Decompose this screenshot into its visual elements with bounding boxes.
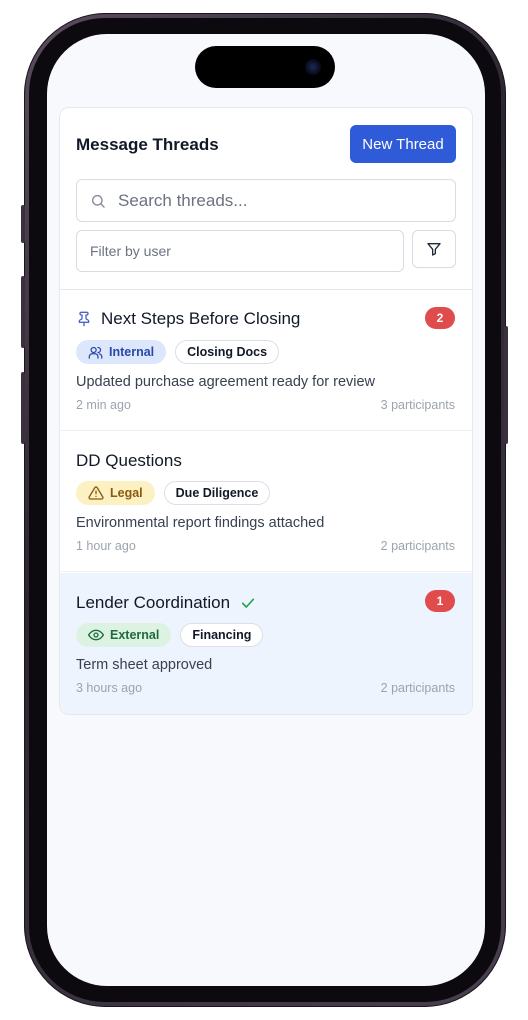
volume-up-button xyxy=(21,276,25,348)
filter-icon xyxy=(427,243,441,256)
warning-icon xyxy=(88,486,104,500)
power-button xyxy=(504,326,508,444)
tag-label: Financing xyxy=(192,628,252,642)
thread-title-row: Next Steps Before Closing xyxy=(76,309,300,329)
tag-closing-docs[interactable]: Closing Docs xyxy=(175,340,280,364)
thread-participants: 2 participants xyxy=(380,681,455,695)
threads-header: Message Threads New Thread Search thread… xyxy=(60,108,472,290)
threads-panel: Message Threads New Thread Search thread… xyxy=(59,107,473,715)
search-input[interactable]: Search threads... xyxy=(76,179,456,222)
thread-time: 2 min ago xyxy=(76,398,131,412)
action-button xyxy=(21,205,25,243)
volume-down-button xyxy=(21,372,25,444)
thread-title-row: DD Questions xyxy=(76,451,182,471)
thread-tags: Internal Closing Docs xyxy=(76,340,280,364)
thread-participants: 2 participants xyxy=(380,539,455,553)
search-icon xyxy=(91,194,105,208)
thread-preview: Environmental report findings attached xyxy=(76,515,325,531)
thread-preview: Updated purchase agreement ready for rev… xyxy=(76,374,376,390)
users-icon xyxy=(88,346,103,359)
eye-icon xyxy=(88,629,104,641)
thread-time: 1 hour ago xyxy=(76,539,136,553)
pin-icon xyxy=(76,311,92,327)
check-icon xyxy=(240,595,256,611)
thread-preview: Term sheet approved xyxy=(76,657,213,673)
tag-due-diligence[interactable]: Due Diligence xyxy=(163,481,271,505)
tag-legal[interactable]: Legal xyxy=(76,481,155,505)
thread-participants: 3 participants xyxy=(380,398,455,412)
search-placeholder: Search threads... xyxy=(118,190,248,210)
new-thread-button[interactable]: New Thread xyxy=(350,125,456,163)
thread-item[interactable]: DD Questions Legal Due Diligence Environ… xyxy=(60,431,472,572)
dynamic-island xyxy=(195,46,335,88)
tag-label: Legal xyxy=(110,486,143,500)
tag-external[interactable]: External xyxy=(76,623,172,647)
tag-internal[interactable]: Internal xyxy=(76,340,167,364)
thread-item-selected[interactable]: Lender Coordination 1 External Financing… xyxy=(60,573,472,714)
thread-title-row: Lender Coordination xyxy=(76,593,256,613)
thread-time: 3 hours ago xyxy=(76,681,143,695)
tag-financing[interactable]: Financing xyxy=(180,623,264,647)
page-title: Message Threads xyxy=(76,135,219,154)
thread-tags: External Financing xyxy=(76,623,264,647)
thread-tags: Legal Due Diligence xyxy=(76,481,271,505)
tag-label: Due Diligence xyxy=(175,486,259,500)
thread-title: DD Questions xyxy=(76,451,182,470)
thread-item[interactable]: Next Steps Before Closing 2 Internal Clo… xyxy=(60,290,472,431)
thread-title: Lender Coordination xyxy=(76,593,231,612)
filter-user-field[interactable]: Filter by user xyxy=(76,230,404,272)
tag-label: Internal xyxy=(109,345,155,359)
camera-icon xyxy=(305,59,321,75)
thread-title: Next Steps Before Closing xyxy=(101,309,301,328)
filter-button[interactable] xyxy=(412,230,456,268)
tag-label: External xyxy=(110,628,160,642)
unread-badge: 2 xyxy=(425,307,455,329)
unread-badge: 1 xyxy=(425,590,455,612)
tag-label: Closing Docs xyxy=(187,345,268,359)
